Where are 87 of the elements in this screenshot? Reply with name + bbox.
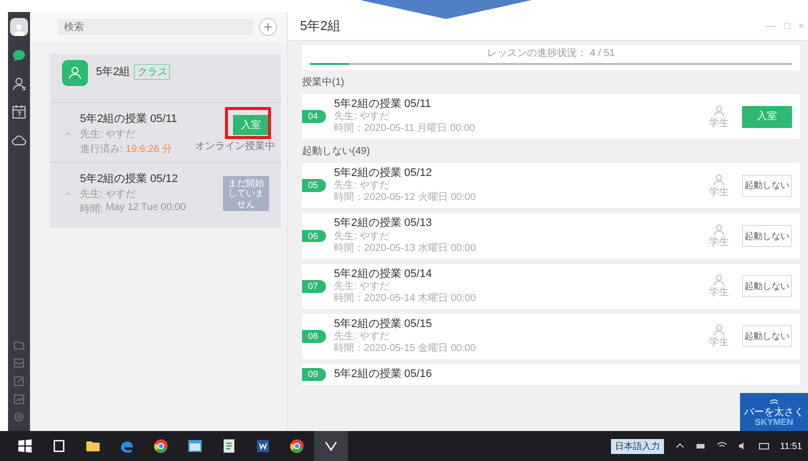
person-icon (712, 222, 726, 237)
lesson-teacher: 先生: やすだ (334, 280, 391, 292)
lesson-time: 時間：2020-05-11 月曜日 00:00 (334, 123, 476, 136)
bar-icon (767, 396, 781, 407)
windows-icon (17, 438, 33, 454)
lesson-time: 時間：2020-05-13 水曜日 00:00 (334, 242, 477, 255)
person-icon (712, 104, 726, 118)
person-icon (12, 22, 26, 36)
session-teacher: 先生: やすだ (80, 128, 137, 141)
avatar[interactable] (10, 18, 28, 36)
keyboard-icon[interactable] (758, 440, 770, 452)
lesson-title: 5年2組の授業 05/11 (334, 98, 432, 110)
student-label: 学生 (709, 287, 729, 300)
student-label: 学生 (709, 236, 729, 249)
lesson-teacher: 先生: やすだ (334, 111, 391, 122)
section-heading: 起動しない(49) (302, 144, 371, 158)
contacts-icon[interactable] (11, 76, 27, 92)
status-button[interactable]: 起動しない (742, 224, 792, 247)
lesson-title: 5年2組の授業 05/13 (334, 217, 433, 230)
popup-text: バーを太さく (744, 406, 804, 418)
time-label: 進行済み: (80, 142, 123, 156)
lesson-card[interactable]: 05 5年2組の授業 05/12 先生: やすだ 時間：2020-05-12 火曜日 00:00 学生 起動しない (302, 163, 800, 208)
section-heading: 授業中(1) (302, 76, 346, 89)
chart-icon[interactable] (13, 393, 25, 405)
lesson-title: 5年2組の授業 05/14 (334, 268, 433, 280)
inbox-icon[interactable] (13, 357, 25, 369)
session-time: May 12 Tue 00:00 (106, 202, 186, 215)
lesson-number: 04 (302, 110, 326, 123)
lesson-card[interactable]: 09 5年2組の授業 05/16 (302, 364, 800, 386)
plus-icon (263, 22, 273, 32)
window-icon (187, 438, 203, 454)
lesson-number: 05 (302, 179, 326, 192)
lesson-title: 5年2組の授業 05/15 (334, 318, 433, 330)
person-icon (712, 172, 726, 187)
word-icon (255, 438, 271, 454)
lesson-card[interactable]: 04 5年2組の授業 05/11 先生: やすだ 時間：2020-05-11 月曜日 00:00 学生 入室 (302, 94, 800, 140)
person-icon (67, 65, 83, 81)
globe-icon (153, 438, 169, 454)
session-title: 5年2組の授業 05/11 (80, 112, 178, 126)
group-name: 5年2組 (96, 65, 130, 79)
lesson-time: 時間：2020-05-15 金曜日 00:00 (334, 342, 477, 355)
chevron-icon (64, 130, 72, 138)
lesson-teacher: 先生: やすだ (334, 330, 391, 342)
chat-icon[interactable] (11, 48, 27, 64)
edit-icon[interactable] (13, 375, 25, 387)
lesson-number: 07 (302, 280, 326, 293)
person-icon (712, 323, 726, 338)
student-label: 学生 (709, 186, 729, 199)
lesson-card[interactable]: 06 5年2組の授業 05/13 先生: やすだ 時間：2020-05-13 水曜日 00:00 学生 起動しない (302, 213, 800, 259)
lesson-number: 06 (302, 230, 326, 242)
person-icon (712, 273, 726, 288)
taskbar-button[interactable] (314, 431, 348, 461)
lesson-title: 5年2組の授業 05/16 (334, 368, 433, 382)
session-status: オンライン授業中 (195, 140, 275, 152)
settings-icon[interactable] (13, 411, 25, 423)
calendar-icon[interactable] (11, 104, 27, 120)
lesson-teacher: 先生: やすだ (334, 230, 391, 242)
session-teacher: 先生: やすだ (80, 188, 137, 201)
time-label: 時間: (80, 202, 103, 216)
document-icon (221, 438, 237, 454)
session-title: 5年2組の授業 05/12 (80, 172, 179, 186)
notification-popup[interactable]: バーを太さく SKYMEN (740, 393, 808, 431)
chevron-icon (64, 190, 72, 198)
session-time: 19:6:26 分 (126, 143, 172, 156)
progress-label: レッスンの進捗状況： 4 / 51 (487, 48, 615, 60)
globe-icon (289, 438, 305, 454)
task-view-icon (51, 438, 67, 454)
window-title: 5年2組 (300, 17, 340, 35)
lesson-teacher: 先生: やすだ (334, 180, 391, 192)
ime-indicator[interactable]: 日本語入力 (611, 438, 664, 454)
lesson-time: 時間：2020-05-12 火曜日 00:00 (334, 192, 477, 204)
lesson-time: 時間：2020-05-14 木曜日 00:00 (334, 292, 477, 305)
lesson-card[interactable]: 08 5年2組の授業 05/15 先生: やすだ 時間：2020-05-15 金曜日 00:00 学生 起動しない (302, 314, 800, 359)
lesson-title: 5年2組の授業 05/12 (334, 167, 433, 180)
student-label: 学生 (709, 337, 729, 350)
clock[interactable]: 11:51 (780, 441, 802, 451)
lesson-number: 09 (302, 368, 326, 381)
student-label: 学生 (709, 118, 729, 130)
lesson-number: 08 (302, 330, 326, 343)
status-button[interactable]: 起動しない (742, 325, 792, 348)
add-button[interactable] (259, 18, 277, 36)
search-field[interactable]: 検索 (58, 19, 253, 35)
popup-brand: SKYMEN (754, 418, 794, 428)
lesson-card[interactable]: 07 5年2組の授業 05/14 先生: やすだ 時間：2020-05-14 木曜日 00:00 学生 起動しない (302, 264, 800, 309)
status-button[interactable]: 起動しない (742, 275, 792, 298)
group-tag: クラス (134, 64, 170, 80)
status-button[interactable]: 起動しない (742, 174, 792, 197)
